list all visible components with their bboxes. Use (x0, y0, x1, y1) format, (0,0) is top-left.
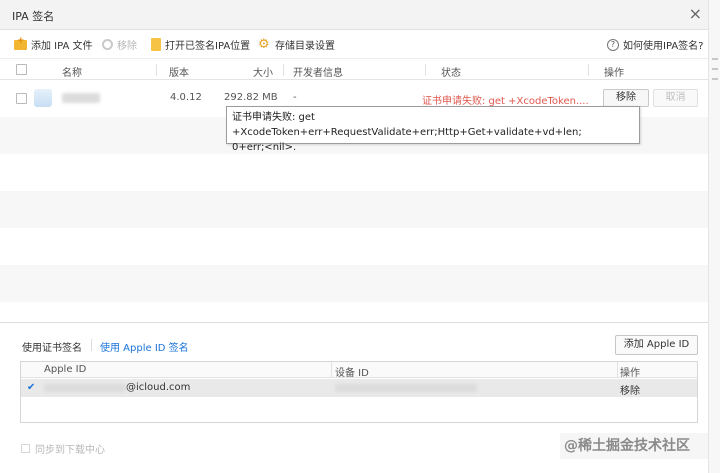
title-bar: IPA 签名 × (0, 0, 708, 30)
storage-settings-button[interactable]: ⚙ 存储目录设置 (258, 37, 335, 52)
watermark: @稀土掘金技术社区 (560, 433, 708, 459)
row-cancel-button[interactable]: 取消 (653, 89, 698, 107)
storage-settings-label: 存储目录设置 (275, 41, 335, 52)
column-divider (425, 64, 426, 76)
sync-download-center-option[interactable]: 同步到下载中心 (21, 441, 105, 456)
appleid-row[interactable]: ✔ @icloud.com 移除 (21, 379, 697, 397)
table-header: 名称 版本 大小 开发者信息 状态 操作 (0, 58, 708, 80)
window-title: IPA 签名 (12, 10, 55, 23)
column-action: 操作 (620, 368, 640, 379)
toolbar: + 添加 IPA 文件 移除 打开已签名IPA位置 ⚙ 存储目录设置 ? 如何使… (0, 30, 708, 58)
tab-appleid-signing[interactable]: 使用 Apple ID 签名 (100, 339, 189, 354)
empty-row (0, 154, 708, 191)
remove-button[interactable]: 移除 (102, 37, 137, 52)
row-checkbox[interactable] (16, 93, 27, 104)
row-size: 292.82 MB (224, 92, 278, 103)
row-remove-button[interactable]: 移除 (603, 89, 649, 107)
tab-certificate-signing[interactable]: 使用证书签名 (22, 339, 82, 354)
column-developer: 开发者信息 (293, 68, 343, 79)
column-divider (617, 362, 618, 378)
help-link[interactable]: ? 如何使用IPA签名? (607, 37, 704, 52)
select-all-checkbox[interactable] (16, 64, 27, 75)
status-tooltip: 证书申请失败: get +XcodeToken+err+RequestValid… (226, 106, 640, 153)
column-divider (331, 362, 332, 378)
add-ipa-button[interactable]: + 添加 IPA 文件 (14, 36, 93, 52)
empty-row (0, 228, 708, 265)
row-version: 4.0.12 (170, 92, 202, 103)
column-divider (156, 64, 157, 76)
remove-label: 移除 (117, 41, 137, 52)
row-status: 证书申请失败: get +XcodeToken.... (422, 96, 589, 107)
appleid-remove-link[interactable]: 移除 (620, 382, 640, 397)
help-icon: ? (607, 38, 619, 51)
blurred-device-id (335, 384, 477, 392)
add-folder-icon: + (14, 36, 27, 50)
close-icon[interactable]: × (689, 4, 702, 24)
help-label: 如何使用IPA签名? (623, 41, 704, 52)
row-developer: - (293, 92, 297, 103)
sync-checkbox[interactable] (21, 444, 30, 453)
blurred-apple-id (44, 384, 126, 392)
app-icon (34, 89, 52, 107)
edge-marker (712, 58, 718, 60)
column-action: 操作 (604, 68, 624, 79)
tooltip-line-1: 证书申请失败: get +XcodeToken+err+RequestValid… (232, 112, 582, 138)
folder-icon (151, 38, 161, 51)
tab-divider (91, 339, 92, 351)
tooltip-line-2: 0+err;<nil>. (232, 142, 297, 153)
blurred-app-name (62, 93, 100, 103)
column-divider (283, 64, 284, 76)
apple-id-suffix: @icloud.com (126, 382, 191, 393)
edge-marker (712, 78, 718, 80)
right-edge-strip (708, 0, 720, 473)
column-name: 名称 (62, 68, 82, 79)
open-signed-folder-label: 打开已签名IPA位置 (165, 41, 251, 52)
selected-check-icon[interactable]: ✔ (27, 382, 35, 393)
column-divider (588, 64, 589, 76)
sync-label: 同步到下载中心 (35, 445, 105, 456)
edge-marker (712, 68, 718, 70)
column-status: 状态 (441, 68, 461, 79)
appleid-table: Apple ID 设备 ID 操作 ✔ @icloud.com 移除 (20, 361, 698, 423)
column-version: 版本 (169, 68, 189, 79)
add-appleid-button[interactable]: 添加 Apple ID (615, 335, 698, 355)
remove-circle-icon (102, 39, 113, 50)
column-size: 大小 (253, 68, 273, 79)
column-apple-id: Apple ID (44, 364, 87, 375)
gear-icon: ⚙ (258, 37, 270, 52)
empty-row (0, 265, 708, 302)
empty-row (0, 191, 708, 228)
appleid-table-header: Apple ID 设备 ID 操作 (21, 362, 697, 379)
add-ipa-label: 添加 IPA 文件 (31, 41, 93, 52)
column-device-id: 设备 ID (335, 368, 369, 379)
open-signed-folder-button[interactable]: 打开已签名IPA位置 (151, 37, 250, 52)
